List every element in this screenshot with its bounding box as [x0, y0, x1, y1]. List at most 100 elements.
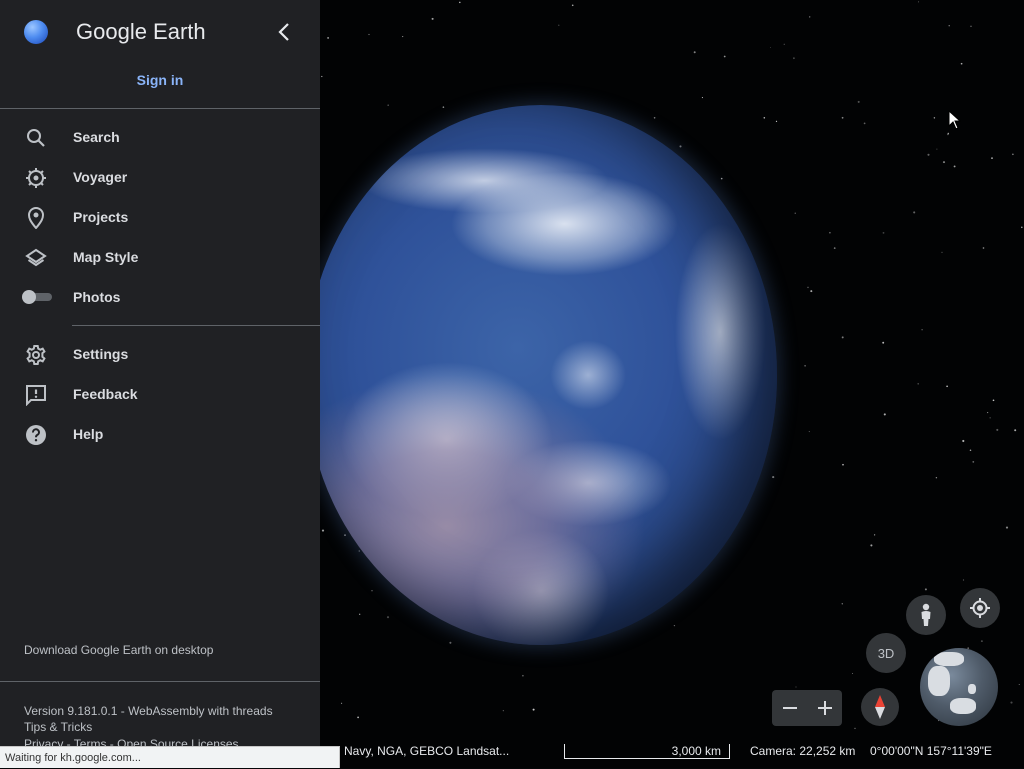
star — [809, 16, 811, 18]
star — [1018, 684, 1020, 686]
star — [357, 716, 359, 719]
star — [996, 428, 999, 431]
star — [948, 25, 950, 27]
overview-minimap[interactable] — [920, 648, 998, 726]
collapse-drawer-button[interactable] — [272, 20, 296, 44]
nav-item-photos[interactable]: Photos — [0, 277, 320, 317]
star — [807, 286, 809, 289]
star — [386, 616, 390, 619]
nav-item-feedback[interactable]: Feedback — [0, 374, 320, 414]
nav-item-label: Help — [73, 426, 104, 442]
pegman-icon — [921, 603, 931, 626]
star — [1021, 226, 1023, 229]
minus-icon — [782, 707, 797, 709]
star — [882, 231, 885, 234]
star — [720, 177, 723, 180]
zoom-in-button[interactable] — [807, 690, 842, 726]
nav-item-label: Voyager — [73, 169, 128, 185]
star — [701, 97, 703, 99]
camera-altitude: Camera: 22,252 km — [750, 744, 856, 758]
chevron-left-icon — [278, 23, 289, 41]
star — [344, 534, 346, 537]
brand: Google Earth — [24, 19, 206, 45]
zoom-out-button[interactable] — [772, 690, 807, 726]
star — [917, 383, 919, 385]
star — [679, 145, 682, 148]
nav-item-voyager[interactable]: Voyager — [0, 157, 320, 197]
star — [1014, 429, 1017, 432]
star — [449, 641, 452, 644]
my-location-button[interactable] — [960, 588, 1000, 628]
star — [723, 55, 726, 58]
nav-item-label: Feedback — [73, 386, 138, 402]
nav-item-settings[interactable]: Settings — [0, 334, 320, 374]
star — [924, 588, 927, 591]
star — [810, 290, 813, 293]
mouse-cursor-icon — [948, 110, 962, 130]
star — [327, 36, 330, 39]
sign-in-link[interactable]: Sign in — [0, 72, 320, 88]
star — [991, 157, 993, 159]
star — [953, 165, 956, 168]
scale-label: 3,000 km — [671, 744, 721, 758]
divider — [0, 681, 320, 682]
star — [321, 529, 325, 532]
nav-item-projects[interactable]: Projects — [0, 197, 320, 237]
cursor-coordinates: 0°00'00"N 157°11'39"E — [870, 744, 992, 758]
star — [358, 550, 360, 552]
star — [883, 413, 886, 416]
star — [863, 122, 866, 125]
star — [341, 702, 343, 704]
star — [941, 251, 943, 253]
star — [841, 603, 843, 605]
star — [854, 727, 856, 730]
nav-item-search[interactable]: Search — [0, 117, 320, 157]
toggle-3d-button[interactable]: 3D — [866, 633, 906, 673]
star — [882, 341, 885, 344]
star — [795, 686, 797, 688]
pegman-button[interactable] — [906, 595, 946, 635]
feedback-icon — [24, 383, 48, 407]
star — [962, 579, 965, 581]
photos-toggle[interactable] — [22, 290, 52, 304]
star — [775, 120, 778, 123]
star — [913, 211, 916, 214]
star — [841, 116, 844, 119]
divider — [72, 325, 320, 326]
nav-item-map-style[interactable]: Map Style — [0, 237, 320, 277]
star — [1010, 701, 1013, 704]
plus-icon — [817, 701, 832, 715]
search-icon — [24, 126, 48, 150]
nav-item-help[interactable]: Help — [0, 414, 320, 454]
nav-item-label: Photos — [73, 289, 121, 305]
star — [387, 104, 389, 106]
version-info: Version 9.181.0.1 - WebAssembly with thr… — [24, 704, 273, 718]
star — [532, 708, 535, 711]
star — [1005, 526, 1009, 529]
star — [804, 364, 806, 367]
crosshair-icon — [970, 598, 990, 618]
star — [942, 161, 946, 164]
star — [972, 460, 975, 463]
star — [808, 431, 810, 433]
gear-icon — [24, 343, 48, 367]
data-attribution[interactable]: Navy, NGA, GEBCO Landsat... — [344, 744, 509, 758]
star — [793, 57, 795, 60]
map-pin-icon — [24, 206, 48, 230]
star — [653, 117, 656, 119]
voyager-wheel-icon — [24, 166, 48, 190]
star — [936, 148, 938, 150]
map-status-bar: Navy, NGA, GEBCO Landsat... 3,000 km Cam… — [320, 740, 1024, 768]
star — [960, 62, 963, 65]
star — [933, 117, 936, 119]
earth-globe[interactable] — [305, 105, 777, 645]
compass-button[interactable] — [861, 688, 899, 726]
star — [558, 24, 560, 26]
star — [459, 1, 461, 4]
download-desktop-link[interactable]: Download Google Earth on desktop — [24, 643, 213, 657]
star — [368, 33, 370, 36]
nav-item-label: Search — [73, 129, 120, 145]
tips-and-tricks-link[interactable]: Tips & Tricks — [24, 720, 92, 734]
star — [970, 25, 972, 27]
star — [918, 1, 920, 3]
